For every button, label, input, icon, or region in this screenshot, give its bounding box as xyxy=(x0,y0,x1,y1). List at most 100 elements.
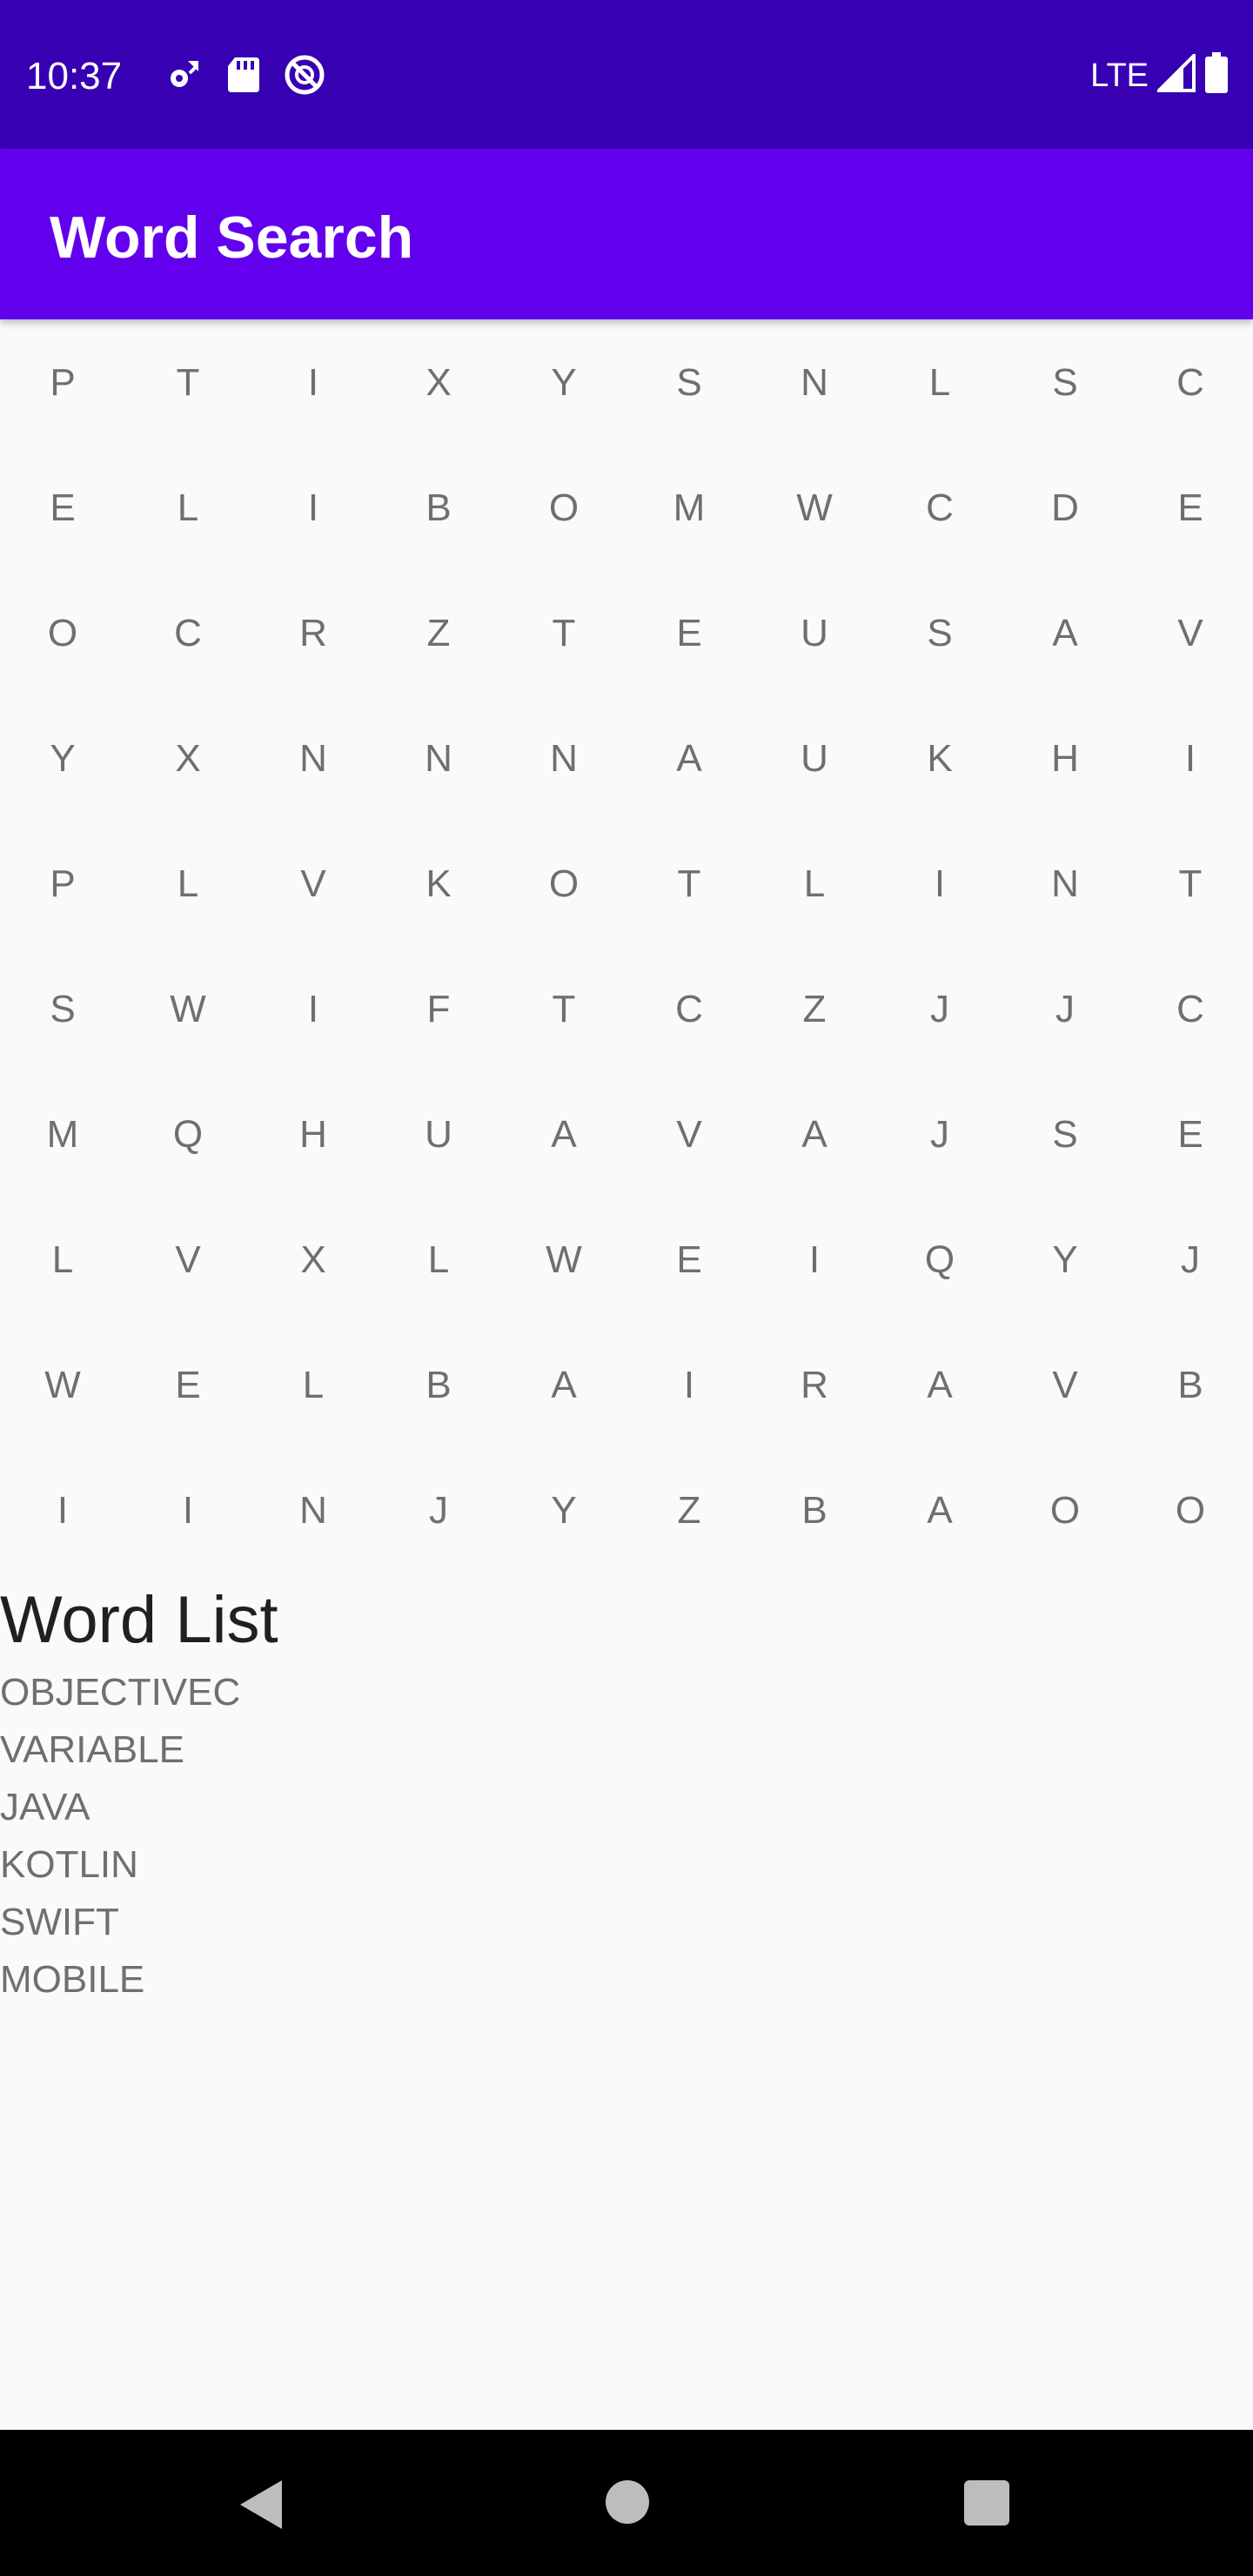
grid-cell[interactable]: Z xyxy=(626,1448,752,1573)
grid-cell[interactable]: H xyxy=(251,1072,376,1197)
grid-cell[interactable]: P xyxy=(0,320,125,446)
grid-cell[interactable]: Y xyxy=(0,696,125,822)
grid-cell[interactable]: K xyxy=(376,822,501,947)
grid-cell[interactable]: L xyxy=(376,1197,501,1323)
grid-cell[interactable]: X xyxy=(125,696,251,822)
grid-cell[interactable]: J xyxy=(877,1072,1002,1197)
grid-cell[interactable]: C xyxy=(1128,947,1253,1072)
grid-cell[interactable]: T xyxy=(125,320,251,446)
grid-cell[interactable]: V xyxy=(626,1072,752,1197)
grid-cell[interactable]: O xyxy=(0,571,125,696)
grid-cell[interactable]: I xyxy=(877,822,1002,947)
grid-cell[interactable]: C xyxy=(877,446,1002,571)
grid-cell[interactable]: V xyxy=(1128,571,1253,696)
grid-cell[interactable]: U xyxy=(752,571,877,696)
grid-cell[interactable]: E xyxy=(0,446,125,571)
grid-cell[interactable]: S xyxy=(1002,320,1128,446)
grid-cell[interactable]: A xyxy=(501,1323,626,1448)
grid-cell[interactable]: Y xyxy=(1002,1197,1128,1323)
grid-cell[interactable]: S xyxy=(1002,1072,1128,1197)
grid-cell[interactable]: I xyxy=(251,446,376,571)
grid-cell[interactable]: A xyxy=(877,1448,1002,1573)
grid-cell[interactable]: J xyxy=(376,1448,501,1573)
grid-cell[interactable]: A xyxy=(501,1072,626,1197)
grid-cell[interactable]: T xyxy=(1128,822,1253,947)
grid-cell[interactable]: Y xyxy=(501,320,626,446)
home-icon[interactable] xyxy=(606,2480,649,2524)
grid-cell[interactable]: X xyxy=(376,320,501,446)
grid-cell[interactable]: P xyxy=(0,822,125,947)
grid-cell[interactable]: L xyxy=(125,822,251,947)
grid-cell[interactable]: E xyxy=(125,1323,251,1448)
grid-cell[interactable]: A xyxy=(877,1323,1002,1448)
grid-cell[interactable]: I xyxy=(752,1197,877,1323)
grid-cell[interactable]: E xyxy=(1128,1072,1253,1197)
grid-cell[interactable]: N xyxy=(752,320,877,446)
grid-cell[interactable]: J xyxy=(877,947,1002,1072)
grid-cell[interactable]: J xyxy=(1128,1197,1253,1323)
grid-cell[interactable]: J xyxy=(1002,947,1128,1072)
back-icon[interactable] xyxy=(235,2477,287,2537)
grid-cell[interactable]: Z xyxy=(376,571,501,696)
letter-grid[interactable]: PTIXYSNLSCELIBOMWCDEOCRZTEUSAVYXNNNAUKHI… xyxy=(0,320,1253,1573)
grid-cell[interactable]: U xyxy=(376,1072,501,1197)
grid-cell[interactable]: A xyxy=(626,696,752,822)
grid-cell[interactable]: L xyxy=(752,822,877,947)
grid-cell[interactable]: T xyxy=(501,571,626,696)
grid-cell[interactable]: I xyxy=(251,320,376,446)
grid-cell[interactable]: R xyxy=(251,571,376,696)
grid-cell[interactable]: C xyxy=(1128,320,1253,446)
grid-cell[interactable]: A xyxy=(1002,571,1128,696)
grid-cell[interactable]: W xyxy=(0,1323,125,1448)
grid-cell[interactable]: L xyxy=(125,446,251,571)
grid-cell[interactable]: S xyxy=(626,320,752,446)
grid-cell[interactable]: T xyxy=(501,947,626,1072)
grid-cell[interactable]: V xyxy=(251,822,376,947)
grid-cell[interactable]: Y xyxy=(501,1448,626,1573)
grid-cell[interactable]: I xyxy=(1128,696,1253,822)
grid-cell[interactable]: O xyxy=(501,446,626,571)
grid-cell[interactable]: R xyxy=(752,1323,877,1448)
grid-cell[interactable]: N xyxy=(251,696,376,822)
grid-cell[interactable]: N xyxy=(1002,822,1128,947)
grid-cell[interactable]: U xyxy=(752,696,877,822)
grid-cell[interactable]: L xyxy=(877,320,1002,446)
grid-cell[interactable]: O xyxy=(1002,1448,1128,1573)
grid-cell[interactable]: B xyxy=(1128,1323,1253,1448)
grid-cell[interactable]: V xyxy=(1002,1323,1128,1448)
grid-cell[interactable]: O xyxy=(501,822,626,947)
recents-icon[interactable] xyxy=(964,2480,1009,2526)
grid-cell[interactable]: H xyxy=(1002,696,1128,822)
grid-cell[interactable]: N xyxy=(251,1448,376,1573)
grid-cell[interactable]: V xyxy=(125,1197,251,1323)
grid-cell[interactable]: X xyxy=(251,1197,376,1323)
grid-cell[interactable]: N xyxy=(376,696,501,822)
grid-cell[interactable]: I xyxy=(626,1323,752,1448)
grid-cell[interactable]: F xyxy=(376,947,501,1072)
grid-cell[interactable]: I xyxy=(251,947,376,1072)
grid-cell[interactable]: M xyxy=(626,446,752,571)
grid-cell[interactable]: A xyxy=(752,1072,877,1197)
grid-cell[interactable]: W xyxy=(125,947,251,1072)
grid-cell[interactable]: T xyxy=(626,822,752,947)
grid-cell[interactable]: D xyxy=(1002,446,1128,571)
grid-cell[interactable]: C xyxy=(626,947,752,1072)
grid-cell[interactable]: I xyxy=(125,1448,251,1573)
grid-cell[interactable]: S xyxy=(877,571,1002,696)
grid-cell[interactable]: I xyxy=(0,1448,125,1573)
grid-cell[interactable]: S xyxy=(0,947,125,1072)
grid-cell[interactable]: M xyxy=(0,1072,125,1197)
grid-cell[interactable]: W xyxy=(752,446,877,571)
grid-cell[interactable]: E xyxy=(1128,446,1253,571)
grid-cell[interactable]: L xyxy=(251,1323,376,1448)
grid-cell[interactable]: B xyxy=(376,446,501,571)
grid-cell[interactable]: C xyxy=(125,571,251,696)
grid-cell[interactable]: Q xyxy=(125,1072,251,1197)
grid-cell[interactable]: B xyxy=(376,1323,501,1448)
grid-cell[interactable]: N xyxy=(501,696,626,822)
grid-cell[interactable]: W xyxy=(501,1197,626,1323)
grid-cell[interactable]: B xyxy=(752,1448,877,1573)
grid-cell[interactable]: K xyxy=(877,696,1002,822)
grid-cell[interactable]: E xyxy=(626,1197,752,1323)
grid-cell[interactable]: O xyxy=(1128,1448,1253,1573)
